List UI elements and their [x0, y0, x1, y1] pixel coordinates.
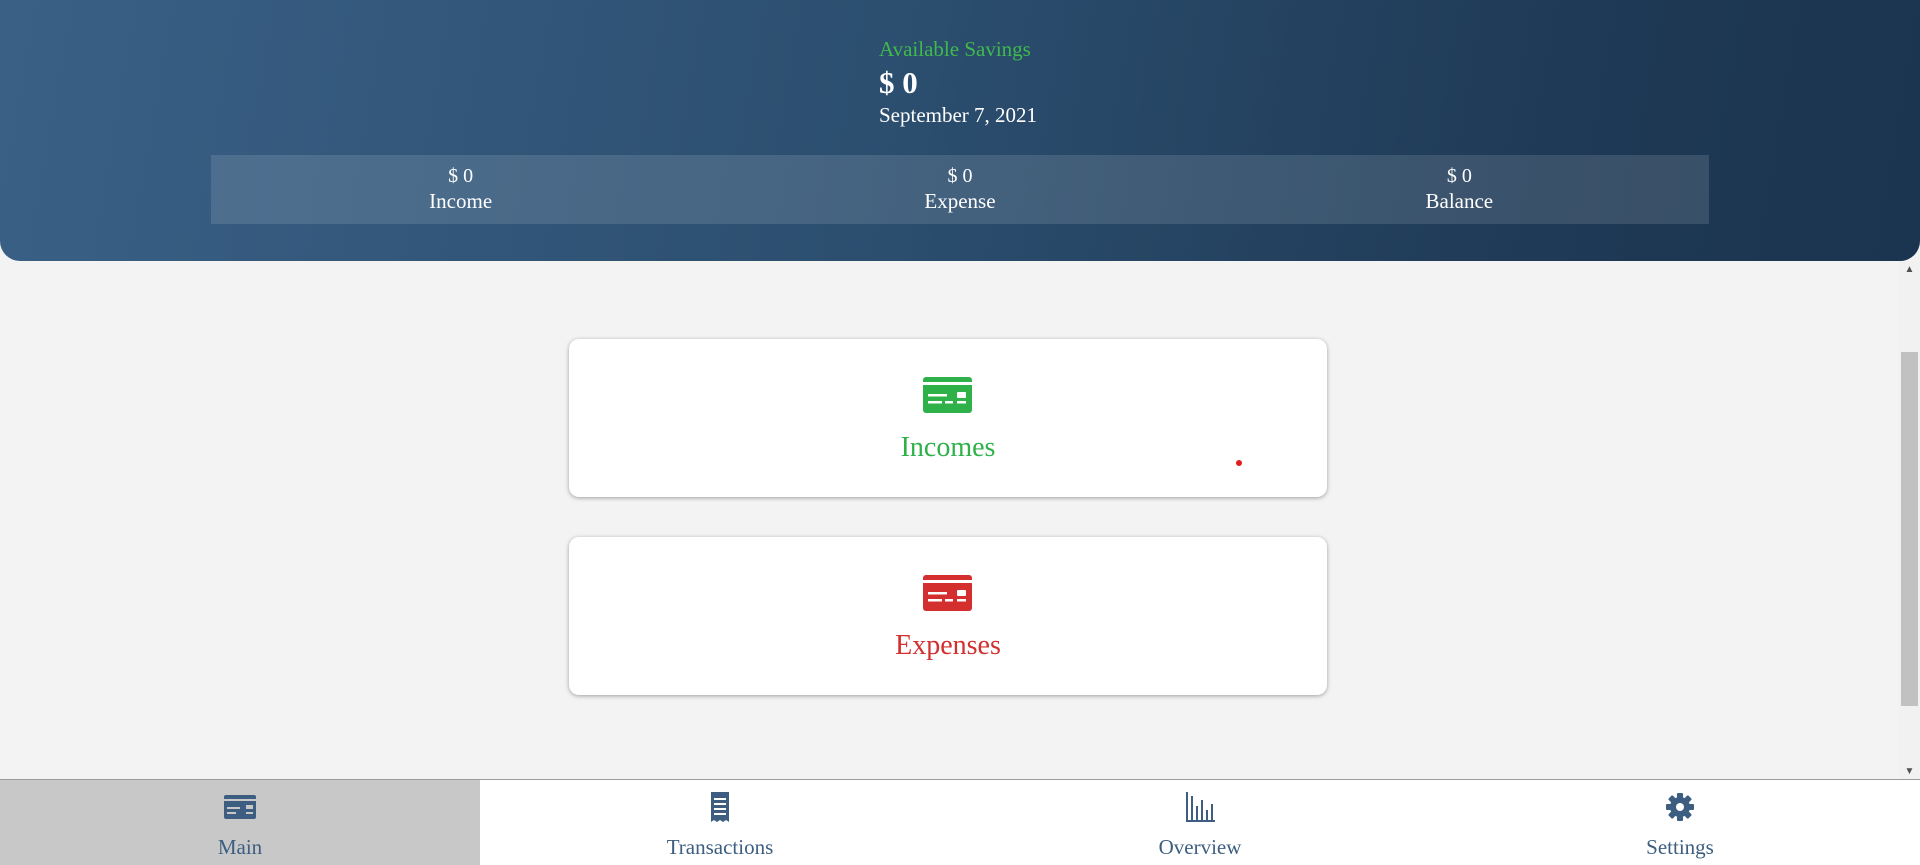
incomes-label: Incomes: [900, 432, 996, 463]
credit-card-icon: [923, 575, 972, 611]
expense-label: Expense: [924, 189, 996, 213]
nav-label-transactions: Transactions: [666, 835, 774, 859]
summary-expense: $ 0 Expense: [710, 155, 1209, 224]
expense-value: $ 0: [947, 165, 973, 187]
available-savings-label: Available Savings: [879, 37, 1031, 61]
expenses-card[interactable]: Expenses: [569, 537, 1327, 695]
scroll-down-arrow-icon[interactable]: ▼: [1899, 763, 1920, 780]
nav-item-transactions[interactable]: Transactions: [480, 780, 960, 865]
cursor-indicator: [1236, 460, 1242, 466]
gear-icon: [1666, 793, 1694, 821]
credit-card-icon: [923, 377, 972, 413]
current-date: September 7, 2021: [879, 103, 1038, 127]
header-panel: Available Savings $ 0 September 7, 2021 …: [0, 0, 1920, 261]
nav-item-overview[interactable]: Overview: [960, 780, 1440, 865]
vertical-scrollbar[interactable]: ▲ ▼: [1899, 261, 1920, 780]
balance-label: Balance: [1425, 189, 1494, 213]
scroll-up-arrow-icon[interactable]: ▲: [1899, 261, 1920, 278]
nav-label-main: Main: [217, 835, 263, 859]
income-value: $ 0: [448, 165, 474, 187]
summary-bar: $ 0 Income $ 0 Expense $ 0 Balance: [211, 155, 1709, 224]
nav-item-main[interactable]: Main: [0, 780, 480, 865]
bar-chart-icon: [1186, 792, 1215, 822]
balance-value: $ 0: [1446, 165, 1472, 187]
receipt-icon: [711, 792, 729, 822]
summary-balance: $ 0 Balance: [1210, 155, 1709, 224]
nav-label-settings: Settings: [1646, 835, 1714, 859]
credit-card-icon: [224, 795, 256, 819]
savings-block: Available Savings $ 0 September 7, 2021: [879, 36, 1037, 128]
nav-label-overview: Overview: [1158, 835, 1242, 859]
incomes-card[interactable]: Incomes: [569, 339, 1327, 497]
expenses-label: Expenses: [895, 630, 1001, 661]
nav-item-settings[interactable]: Settings: [1440, 780, 1920, 865]
scroll-thumb[interactable]: [1901, 352, 1918, 706]
income-label: Income: [429, 189, 493, 213]
available-savings-amount: $ 0: [879, 65, 918, 100]
summary-income: $ 0 Income: [211, 155, 710, 224]
bottom-navigation: Main Transactions Overview Settings: [0, 779, 1920, 865]
